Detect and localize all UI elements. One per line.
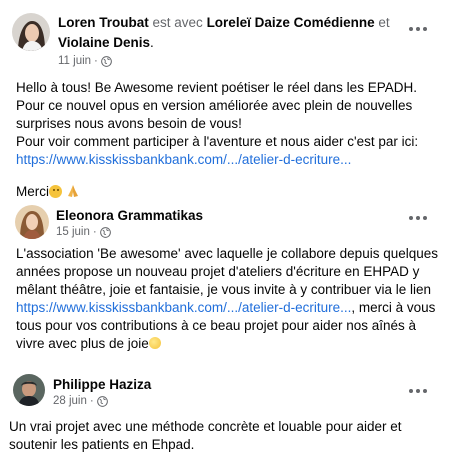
dot-icon bbox=[416, 216, 420, 220]
post-date[interactable]: 15 juin bbox=[56, 225, 90, 239]
body-line: soutenir les patients en Ehpad. bbox=[9, 437, 195, 452]
body-line: surprises nous avons besoin de vous! bbox=[16, 116, 242, 131]
author-name[interactable]: Loren Troubat bbox=[58, 15, 149, 30]
with-text: est avec bbox=[152, 15, 203, 30]
dot-icon bbox=[409, 27, 413, 31]
dot-icon bbox=[416, 389, 420, 393]
globe-icon bbox=[99, 226, 111, 238]
avatar-photo bbox=[15, 205, 49, 239]
dot-icon bbox=[409, 389, 413, 393]
post-body: Un vrai projet avec une méthode concrète… bbox=[9, 418, 469, 454]
body-line: vivre avec plus de joie bbox=[16, 336, 149, 351]
post-meta: 11 juin · bbox=[58, 54, 112, 68]
post-header: Loren Troubat est avec Loreleï Daize Com… bbox=[58, 14, 390, 31]
body-line: L'association 'Be awesome' avec laquelle… bbox=[16, 246, 439, 261]
body-line: mêlant théâtre, joie et fantaisie, je vo… bbox=[16, 282, 431, 297]
post-eleonora-grammatikas: Eleonora Grammatikas 15 juin · L'associa… bbox=[0, 200, 476, 360]
post-body: L'association 'Be awesome' avec laquelle… bbox=[16, 245, 466, 353]
post-meta: 28 juin · bbox=[53, 394, 108, 408]
avatar-photo bbox=[12, 13, 50, 51]
after-link-text: , merci à vous bbox=[351, 300, 436, 315]
globe-icon bbox=[96, 395, 108, 407]
tagged-person-2[interactable]: Violaine Denis bbox=[58, 35, 150, 50]
body-line: Un vrai projet avec une méthode concrète… bbox=[9, 419, 402, 434]
dot-icon bbox=[423, 216, 427, 220]
dot-icon bbox=[416, 27, 420, 31]
more-options-button[interactable] bbox=[405, 22, 431, 36]
author-name[interactable]: Eleonora Grammatikas bbox=[56, 208, 203, 223]
tag-end: . bbox=[150, 35, 154, 50]
post-header: Eleonora Grammatikas bbox=[56, 207, 203, 224]
dot-icon bbox=[423, 389, 427, 393]
author-name[interactable]: Philippe Haziza bbox=[53, 377, 151, 392]
globe-icon bbox=[101, 55, 112, 67]
date-separator: · bbox=[94, 55, 98, 67]
avatar[interactable] bbox=[15, 205, 49, 239]
avatar-photo bbox=[13, 374, 45, 406]
more-options-button[interactable] bbox=[405, 384, 431, 398]
date-separator: · bbox=[92, 226, 97, 238]
dot-icon bbox=[409, 216, 413, 220]
smile-emoji-icon bbox=[49, 185, 62, 198]
closing-text: Merci bbox=[16, 184, 49, 199]
fundraiser-link[interactable]: https://www.kisskissbankbank.com/.../ate… bbox=[16, 300, 351, 315]
and-text: et bbox=[378, 15, 390, 30]
post-date[interactable]: 28 juin bbox=[53, 394, 87, 408]
pray-emoji-icon bbox=[67, 185, 78, 197]
post-loren-troubat: Loren Troubat est avec Loreleï Daize Com… bbox=[0, 0, 476, 200]
post-body: Hello à tous! Be Awesome revient poétise… bbox=[16, 79, 466, 201]
avatar[interactable] bbox=[13, 374, 45, 406]
post-philippe-haziza: Philippe Haziza 28 juin · Un vrai projet… bbox=[0, 360, 476, 471]
post-date[interactable]: 11 juin bbox=[58, 54, 91, 68]
more-options-button[interactable] bbox=[405, 211, 431, 225]
body-line: Pour voir comment participer à l'aventur… bbox=[16, 134, 419, 149]
sun-emoji-icon bbox=[148, 337, 161, 349]
post-header: Philippe Haziza bbox=[53, 376, 151, 393]
body-line: tous pour vos contributions à ce beau pr… bbox=[16, 318, 417, 333]
fundraiser-link[interactable]: https://www.kisskissbankbank.com/.../ate… bbox=[16, 152, 351, 167]
tagged-person-1[interactable]: Loreleï Daize Comédienne bbox=[207, 15, 375, 30]
avatar[interactable] bbox=[12, 13, 50, 51]
body-line: années propose un nouveau projet d'ateli… bbox=[16, 264, 420, 279]
body-line: Hello à tous! Be Awesome revient poétise… bbox=[16, 80, 417, 95]
post-meta: 15 juin · bbox=[56, 225, 111, 239]
date-separator: · bbox=[89, 395, 94, 407]
body-line: Pour ce nouvel opus en version améliorée… bbox=[16, 98, 413, 113]
dot-icon bbox=[423, 27, 427, 31]
post-header-line2: Violaine Denis. bbox=[58, 34, 154, 51]
